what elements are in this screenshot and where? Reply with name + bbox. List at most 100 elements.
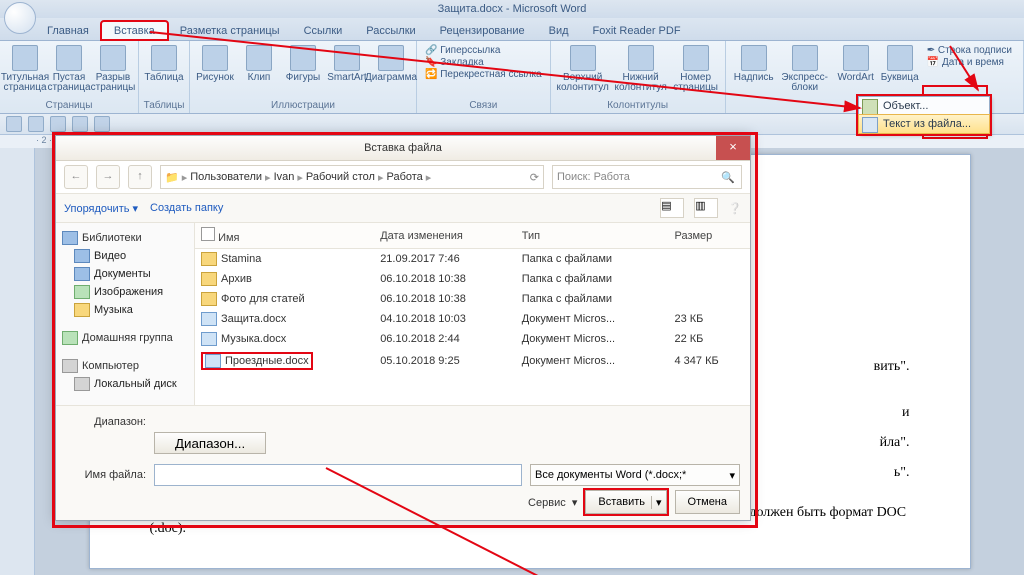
nav-local-disk[interactable]: Локальный диск <box>60 375 190 393</box>
close-button[interactable]: × <box>716 136 750 160</box>
images-icon <box>74 285 90 299</box>
search-input[interactable]: Поиск: Работа 🔍 <box>552 165 742 189</box>
vertical-ruler <box>0 148 35 575</box>
insert-button[interactable]: Вставить▾ <box>585 490 666 514</box>
nav-images[interactable]: Изображения <box>60 283 190 301</box>
select-all-checkbox[interactable] <box>201 227 215 241</box>
textbox-button[interactable]: Надпись <box>733 43 775 83</box>
dropcap-button[interactable]: Буквица <box>879 43 921 83</box>
dialog-title: Вставка файла <box>364 142 442 154</box>
tab-view[interactable]: Вид <box>537 22 581 40</box>
file-row[interactable]: Фото для статей06.10.2018 10:38Папка с ф… <box>195 289 750 309</box>
cover-page-button[interactable]: Титульная страница <box>4 43 46 93</box>
qat-save-icon[interactable] <box>6 116 22 132</box>
file-row[interactable]: Stamina21.09.2017 7:46Папка с файлами <box>195 249 750 270</box>
bookmark-button[interactable]: 🔖 Закладка <box>425 57 542 68</box>
table-icon <box>151 45 177 71</box>
up-button[interactable]: ↑ <box>128 165 152 189</box>
file-row[interactable]: Защита.docx04.10.2018 10:03Документ Micr… <box>195 309 750 329</box>
forward-button[interactable]: → <box>96 165 120 189</box>
tab-home[interactable]: Главная <box>35 22 101 40</box>
nav-music[interactable]: Музыка <box>60 301 190 319</box>
qat-undo-icon[interactable] <box>28 116 44 132</box>
nav-computer[interactable]: Компьютер <box>60 357 190 375</box>
footer-button[interactable]: Нижний колонтитул <box>613 43 669 93</box>
group-illustrations-label: Иллюстрации <box>271 99 335 113</box>
chart-button[interactable]: Диаграмма <box>370 43 412 83</box>
col-size[interactable]: Размер <box>668 223 750 249</box>
qat-table-icon[interactable] <box>94 116 110 132</box>
date-time-button[interactable]: 📅 Дата и время <box>927 57 1012 68</box>
header-icon <box>570 45 596 71</box>
group-links-label: Связи <box>469 99 497 113</box>
filename-label: Имя файла: <box>66 469 146 481</box>
cross-ref-button[interactable]: 🔁 Перекрестная ссылка <box>425 69 542 80</box>
object-icon <box>862 99 878 115</box>
nav-homegroup[interactable]: Домашняя группа <box>60 329 190 347</box>
col-type[interactable]: Тип <box>516 223 669 249</box>
ribbon-tabs: Главная Вставка Разметка страницы Ссылки… <box>0 18 1024 41</box>
music-icon <box>74 303 90 317</box>
organize-button[interactable]: Упорядочить ▾ <box>64 202 138 215</box>
filename-input[interactable] <box>154 464 522 486</box>
cover-page-icon <box>12 45 38 71</box>
col-date[interactable]: Дата изменения <box>374 223 516 249</box>
breadcrumb[interactable]: 📁▸Пользователи ▸Ivan ▸Рабочий стол ▸Рабо… <box>160 165 544 189</box>
help-button[interactable]: ❔ <box>728 202 742 215</box>
qat-print-icon[interactable] <box>72 116 88 132</box>
tab-references[interactable]: Ссылки <box>292 22 355 40</box>
group-headerfooter-label: Колонтитулы <box>607 99 668 113</box>
tab-mailings[interactable]: Рассылки <box>354 22 427 40</box>
documents-icon <box>74 267 90 281</box>
object-dropdown: Объект... Текст из файла... <box>858 96 990 134</box>
search-icon: 🔍 <box>721 171 735 184</box>
group-pages-label: Страницы <box>46 99 93 113</box>
file-row[interactable]: Проездные.docx05.10.2018 9:25Документ Mi… <box>195 349 750 373</box>
blank-page-button[interactable]: Пустая страница <box>48 43 90 93</box>
insert-file-dialog: Вставка файла × ← → ↑ 📁▸Пользователи ▸Iv… <box>55 135 751 521</box>
view-list-button[interactable]: ▤ <box>660 198 684 218</box>
window-title: Защита.docx - Microsoft Word <box>0 0 1024 18</box>
page-number-button[interactable]: Номер страницы <box>671 43 721 93</box>
nav-video[interactable]: Видео <box>60 247 190 265</box>
header-button[interactable]: Верхний колонтитул <box>555 43 611 93</box>
nav-libraries[interactable]: Библиотеки <box>60 229 190 247</box>
file-row[interactable]: Музыка.docx06.10.2018 2:44Документ Micro… <box>195 329 750 349</box>
libraries-icon <box>62 231 78 245</box>
wordart-button[interactable]: WordArt <box>835 43 877 83</box>
clip-button[interactable]: Клип <box>238 43 280 83</box>
new-folder-button[interactable]: Создать папку <box>150 202 223 214</box>
range-button[interactable]: Диапазон... <box>154 432 266 454</box>
shapes-button[interactable]: Фигуры <box>282 43 324 83</box>
tools-button[interactable]: Сервис ▾ <box>528 496 577 509</box>
clip-icon <box>246 45 272 71</box>
footer-icon <box>628 45 654 71</box>
quickparts-button[interactable]: Экспресс-блоки <box>777 43 833 93</box>
qat-redo-icon[interactable] <box>50 116 66 132</box>
smartart-button[interactable]: SmartArt <box>326 43 368 83</box>
table-button[interactable]: Таблица <box>143 43 185 83</box>
range-label: Диапазон: <box>66 416 146 428</box>
signature-line-button[interactable]: ✒ Строка подписи <box>927 45 1012 56</box>
file-filter-select[interactable]: Все документы Word (*.docx;*▾ <box>530 464 740 486</box>
cancel-button[interactable]: Отмена <box>675 490 740 514</box>
nav-documents[interactable]: Документы <box>60 265 190 283</box>
col-name[interactable]: Имя <box>195 223 374 249</box>
smartart-icon <box>334 45 360 71</box>
page-break-button[interactable]: Разрыв страницы <box>92 43 134 93</box>
tab-insert[interactable]: Вставка <box>101 21 168 40</box>
menu-object[interactable]: Объект... <box>859 97 989 115</box>
view-preview-button[interactable]: ▥ <box>694 198 718 218</box>
dialog-titlebar: Вставка файла × <box>56 136 750 161</box>
picture-button[interactable]: Рисунок <box>194 43 236 83</box>
text-from-file-icon <box>862 117 878 133</box>
back-button[interactable]: ← <box>64 165 88 189</box>
tab-layout[interactable]: Разметка страницы <box>168 22 292 40</box>
homegroup-icon <box>62 331 78 345</box>
office-button[interactable] <box>4 2 36 34</box>
tab-foxit[interactable]: Foxit Reader PDF <box>581 22 693 40</box>
tab-review[interactable]: Рецензирование <box>428 22 537 40</box>
menu-text-from-file[interactable]: Текст из файла... <box>858 114 990 134</box>
file-row[interactable]: Архив06.10.2018 10:38Папка с файлами <box>195 269 750 289</box>
hyperlink-button[interactable]: 🔗 Гиперссылка <box>425 45 542 56</box>
